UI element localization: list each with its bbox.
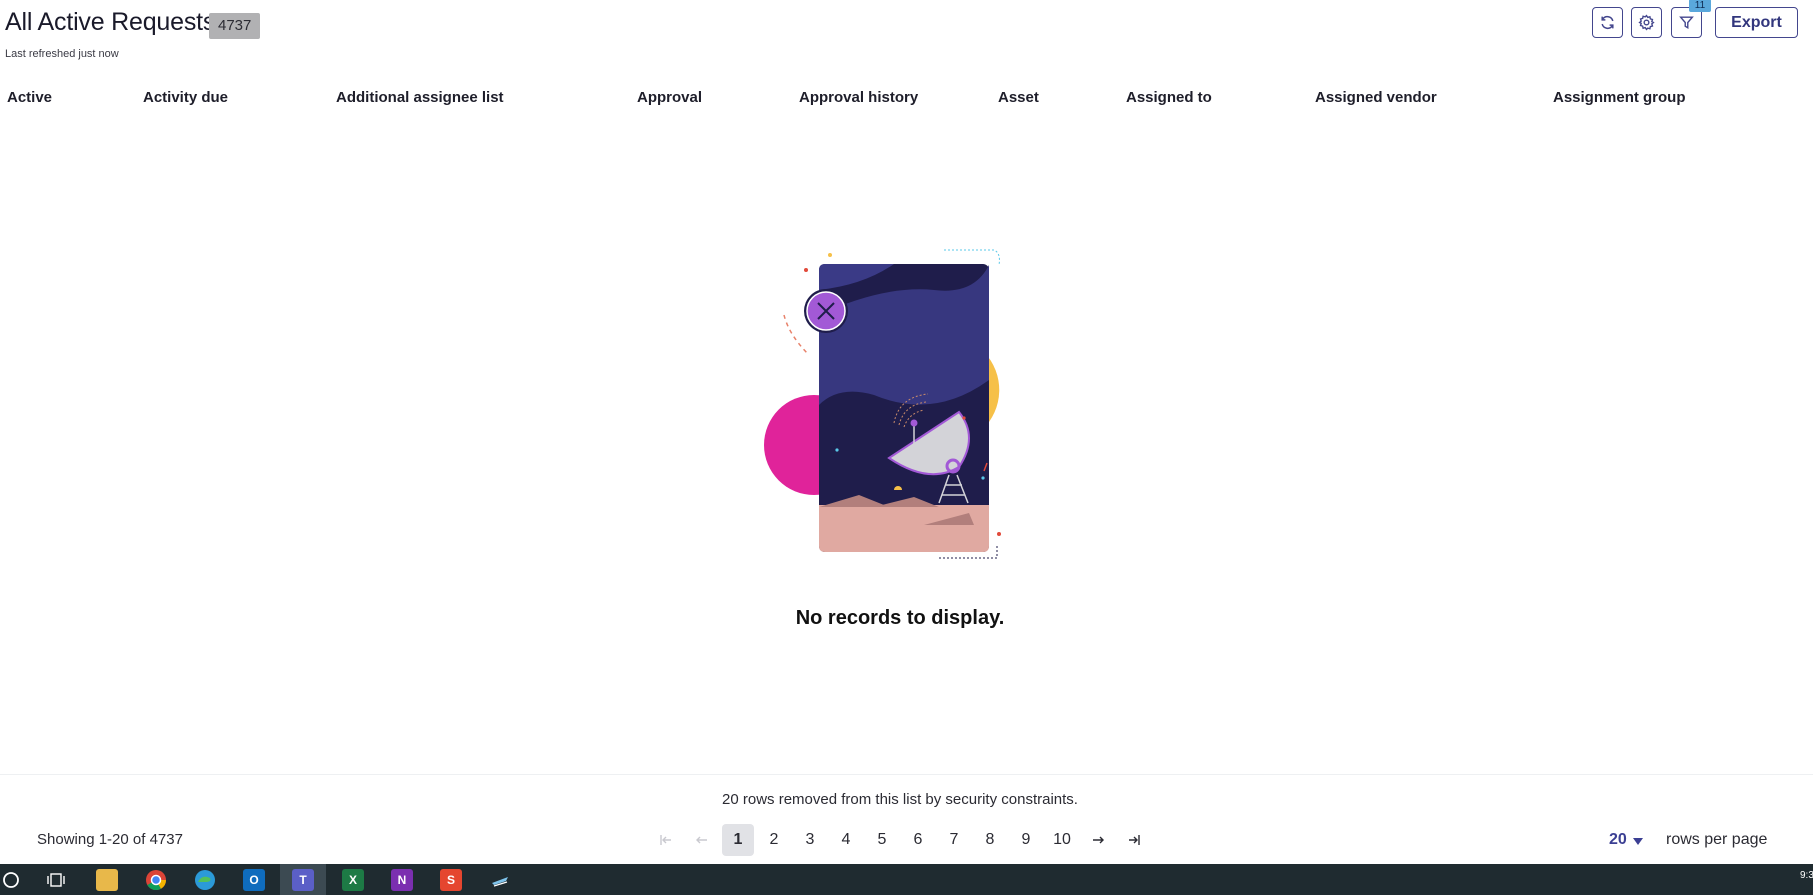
filter-count-badge: 11 — [1689, 0, 1711, 12]
previous-page-button[interactable] — [686, 824, 718, 856]
first-page-button[interactable] — [650, 824, 682, 856]
column-header-approval-history[interactable]: Approval history — [799, 89, 918, 106]
last-refreshed-text: Last refreshed just now — [5, 48, 119, 60]
column-header-additional-assignee-list[interactable]: Additional assignee list — [336, 89, 504, 106]
excel-icon[interactable]: X — [342, 869, 364, 891]
page-1-button[interactable]: 1 — [722, 824, 754, 856]
page-3-button[interactable]: 3 — [794, 824, 826, 856]
gear-icon — [1638, 14, 1655, 31]
edge-icon[interactable] — [194, 869, 216, 891]
empty-state-message: No records to display. — [795, 607, 1005, 629]
arrow-right-icon — [1093, 836, 1104, 844]
column-header-assigned-vendor[interactable]: Assigned vendor — [1315, 89, 1437, 106]
column-header-activity-due[interactable]: Activity due — [143, 89, 228, 106]
snagit-icon[interactable]: S — [440, 869, 462, 891]
file-explorer-icon[interactable] — [96, 869, 118, 891]
refresh-button[interactable] — [1592, 7, 1623, 38]
page-2-button[interactable]: 2 — [758, 824, 790, 856]
column-header-assigned-to[interactable]: Assigned to — [1126, 89, 1212, 106]
chrome-icon[interactable] — [145, 869, 167, 891]
taskbar-clock: 9:3 — [1800, 870, 1813, 881]
satellite-dish-illustration — [764, 249, 1001, 559]
rows-per-page-label: rows per page — [1666, 831, 1768, 848]
page-4-button[interactable]: 4 — [830, 824, 862, 856]
showing-range-text: Showing 1-20 of 4737 — [37, 831, 183, 848]
rows-per-page-select[interactable]: 20 — [1609, 831, 1643, 849]
page-title: All Active Requests — [5, 8, 216, 36]
rows-per-page-value: 20 — [1609, 831, 1627, 848]
last-page-button[interactable] — [1118, 824, 1150, 856]
last-page-icon — [1129, 835, 1140, 845]
column-header-assignment-group[interactable]: Assignment group — [1553, 89, 1686, 106]
page-9-button[interactable]: 9 — [1010, 824, 1042, 856]
page-8-button[interactable]: 8 — [974, 824, 1006, 856]
first-page-icon — [660, 835, 671, 845]
export-button[interactable]: Export — [1715, 7, 1798, 38]
start-icon[interactable] — [0, 869, 22, 891]
security-constraints-note: 20 rows removed from this list by securi… — [722, 791, 1078, 808]
refresh-icon — [1601, 15, 1614, 30]
task-view-icon[interactable] — [45, 869, 67, 891]
pagination: 1 2 3 4 5 6 7 8 9 10 — [650, 824, 1154, 856]
page-5-button[interactable]: 5 — [866, 824, 898, 856]
column-header-asset[interactable]: Asset — [998, 89, 1039, 106]
column-header-approval[interactable]: Approval — [637, 89, 702, 106]
record-count-badge: 4737 — [209, 13, 261, 39]
page-6-button[interactable]: 6 — [902, 824, 934, 856]
next-page-button[interactable] — [1082, 824, 1114, 856]
onenote-icon[interactable]: N — [391, 869, 413, 891]
page-10-button[interactable]: 10 — [1046, 824, 1078, 856]
list-settings-button[interactable] — [1631, 7, 1662, 38]
filter-icon — [1679, 16, 1694, 30]
caret-down-icon — [1632, 837, 1643, 845]
footer-divider — [0, 774, 1813, 775]
column-header-active[interactable]: Active — [7, 89, 52, 106]
outlook-icon[interactable]: O — [243, 869, 265, 891]
windows-taskbar: O T X N S — [0, 864, 1813, 895]
page-7-button[interactable]: 7 — [938, 824, 970, 856]
teams-icon[interactable]: T — [292, 869, 314, 891]
arrow-left-icon — [696, 836, 707, 844]
app-icon[interactable] — [489, 869, 511, 891]
